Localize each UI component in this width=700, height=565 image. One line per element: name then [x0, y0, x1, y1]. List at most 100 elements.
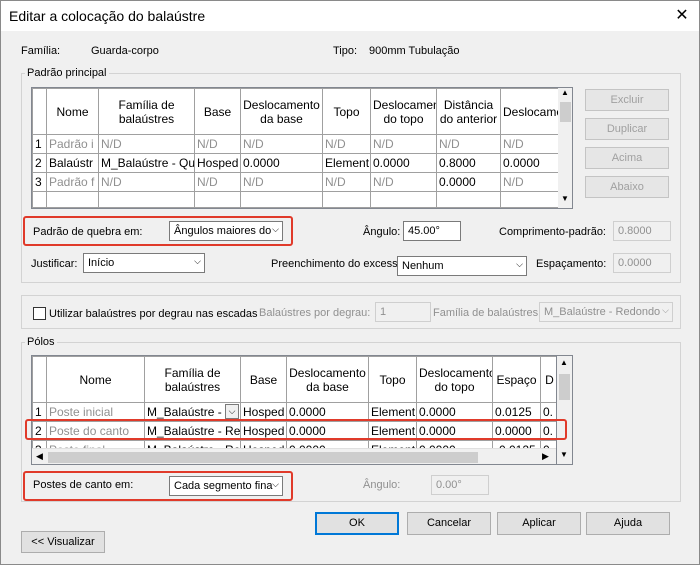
dialog-title: Editar a colocação do balaústre [9, 8, 206, 24]
duplicate-button[interactable]: Duplicar [585, 118, 669, 140]
cell[interactable]: N/D [322, 134, 371, 154]
cell[interactable]: N/D [322, 172, 371, 192]
cell[interactable]: N/D [98, 172, 195, 192]
cell[interactable]: N/D [436, 134, 501, 154]
chevron-down-icon: ⌵ [272, 224, 279, 234]
scroll-up-icon[interactable]: ▲ [560, 358, 568, 367]
spacing-input[interactable]: 0.0000 [613, 253, 671, 273]
cell[interactable]: N/D [500, 134, 559, 154]
table-row[interactable]: 3 Padrão f N/D N/D N/D N/D N/D 0.0000 N/… [32, 172, 559, 192]
table-row[interactable]: 2 Balaústr M_Balaústre - Qu Hosped 0.000… [32, 153, 559, 173]
row-number[interactable]: 3 [32, 172, 47, 192]
col-header[interactable]: Espaço [492, 356, 541, 403]
per-step-count-input[interactable]: 1 [375, 302, 431, 322]
col-header[interactable]: Deslocamento [500, 88, 559, 135]
col-header[interactable]: Nome [46, 356, 145, 403]
scroll-right-icon[interactable]: ▶ [542, 451, 549, 462]
col-header[interactable]: Nome [46, 88, 99, 135]
cell[interactable]: 0.8000 [436, 153, 501, 173]
angle-input[interactable]: 45.00° [403, 221, 461, 241]
excess-fill-select[interactable]: Nenhum ⌵ [397, 256, 527, 276]
preview-button[interactable]: << Visualizar [21, 531, 105, 553]
main-pattern-label: Padrão principal [25, 67, 109, 79]
cell[interactable]: N/D [194, 172, 241, 192]
posts-table-hscrollbar[interactable]: ◀ ▶ [32, 448, 556, 464]
cell[interactable]: Balaústr [46, 153, 99, 173]
cell[interactable]: N/D [98, 134, 195, 154]
cell[interactable]: N/D [500, 172, 559, 192]
type-value: 900mm Tubulação [369, 45, 460, 57]
per-step-count-label: Balaústres por degrau: [259, 307, 371, 319]
col-header[interactable]: Família de balaústres [98, 88, 195, 135]
scroll-down-icon[interactable]: ▼ [561, 194, 569, 203]
col-header[interactable]: Distância do anterior [436, 88, 501, 135]
col-header[interactable]: Topo [368, 356, 417, 403]
corner-posts-select[interactable]: Cada segmento fina ⌵ [169, 476, 283, 496]
scroll-down-icon[interactable]: ▼ [560, 450, 568, 459]
cell[interactable]: 0.0000 [370, 153, 437, 173]
angle-label: Ângulo: [363, 226, 401, 238]
col-header[interactable]: Deslocamento do topo [416, 356, 493, 403]
delete-button[interactable]: Excluir [585, 89, 669, 111]
cell[interactable]: Padrão f [46, 172, 99, 192]
help-button[interactable]: Ajuda [586, 512, 670, 535]
highlight-corner-post-row [25, 419, 567, 440]
justify-label: Justificar: [31, 258, 78, 270]
corner-angle-label: Ângulo: [363, 479, 401, 491]
posts-table-box: Nome Família de balaústres Base Deslocam… [31, 355, 557, 465]
apply-button[interactable]: Aplicar [497, 512, 581, 535]
cell[interactable]: 0.0000 [436, 172, 501, 192]
cell[interactable]: Padrão i [46, 134, 99, 154]
move-down-button[interactable]: Abaixo [585, 176, 669, 198]
corner-angle-input[interactable]: 0.00° [431, 475, 489, 495]
scroll-left-icon[interactable]: ◀ [36, 451, 43, 462]
col-header[interactable]: D a [540, 356, 556, 403]
stairs-family-select[interactable]: M_Balaústre - Redondo ⌵ [539, 302, 673, 322]
col-header[interactable]: Deslocamento do topo [370, 88, 437, 135]
cell[interactable]: M_Balaústre - Qu [98, 153, 195, 173]
col-header[interactable]: Família de balaústres [144, 356, 241, 403]
cell[interactable]: N/D [370, 172, 437, 192]
close-icon[interactable]: ✕ [671, 5, 693, 27]
row-number[interactable]: 2 [32, 153, 47, 173]
row-number[interactable]: 1 [32, 134, 47, 154]
cell[interactable]: N/D [240, 134, 323, 154]
cell[interactable]: 0.0000 [240, 153, 323, 173]
excess-fill-value: Nenhum [402, 260, 444, 272]
break-pattern-select[interactable]: Ângulos maiores do ⌵ [169, 221, 283, 241]
move-up-button[interactable]: Acima [585, 147, 669, 169]
main-table-scrollbar[interactable]: ▲ ▼ [558, 88, 572, 208]
col-header[interactable]: Base [194, 88, 241, 135]
cell[interactable]: N/D [240, 172, 323, 192]
dialog-window: Editar a colocação do balaústre ✕ Famíli… [0, 0, 700, 565]
scroll-up-icon[interactable]: ▲ [561, 88, 569, 97]
col-header[interactable]: Deslocamento da base [240, 88, 323, 135]
chevron-down-icon: ⌵ [662, 305, 669, 315]
cell[interactable]: 0.0000 [500, 153, 559, 173]
per-step-checkbox-label[interactable]: Utilizar balaústres por degrau nas escad… [49, 308, 258, 320]
per-step-checkbox[interactable] [33, 307, 46, 320]
cell[interactable]: Hosped [194, 153, 241, 173]
scroll-thumb[interactable] [559, 374, 570, 400]
col-header[interactable]: Topo [322, 88, 371, 135]
col-header[interactable]: Base [240, 356, 287, 403]
chevron-down-icon[interactable]: ⌵ [225, 404, 239, 419]
col-header [32, 356, 47, 403]
posts-vscroll[interactable]: ▲ ▼ [557, 355, 573, 465]
table-row[interactable]: 1 Padrão i N/D N/D N/D N/D N/D N/D N/D [32, 134, 559, 154]
family-label: Família: [21, 45, 61, 57]
post-family-value: M_Balaústre - [147, 405, 222, 419]
scroll-thumb[interactable] [560, 102, 571, 122]
cell[interactable]: N/D [370, 134, 437, 154]
justify-select[interactable]: Início ⌵ [83, 253, 205, 273]
type-label: Tipo: [333, 45, 358, 57]
std-length-label: Comprimento-padrão: [499, 226, 606, 238]
col-header[interactable]: Deslocamento da base [286, 356, 369, 403]
ok-button[interactable]: OK [315, 512, 399, 535]
std-length-input[interactable]: 0.8000 [613, 221, 671, 241]
cell[interactable]: Element [322, 153, 371, 173]
col-header [32, 88, 47, 135]
scroll-thumb[interactable] [48, 452, 478, 463]
cell[interactable]: N/D [194, 134, 241, 154]
cancel-button[interactable]: Cancelar [407, 512, 491, 535]
